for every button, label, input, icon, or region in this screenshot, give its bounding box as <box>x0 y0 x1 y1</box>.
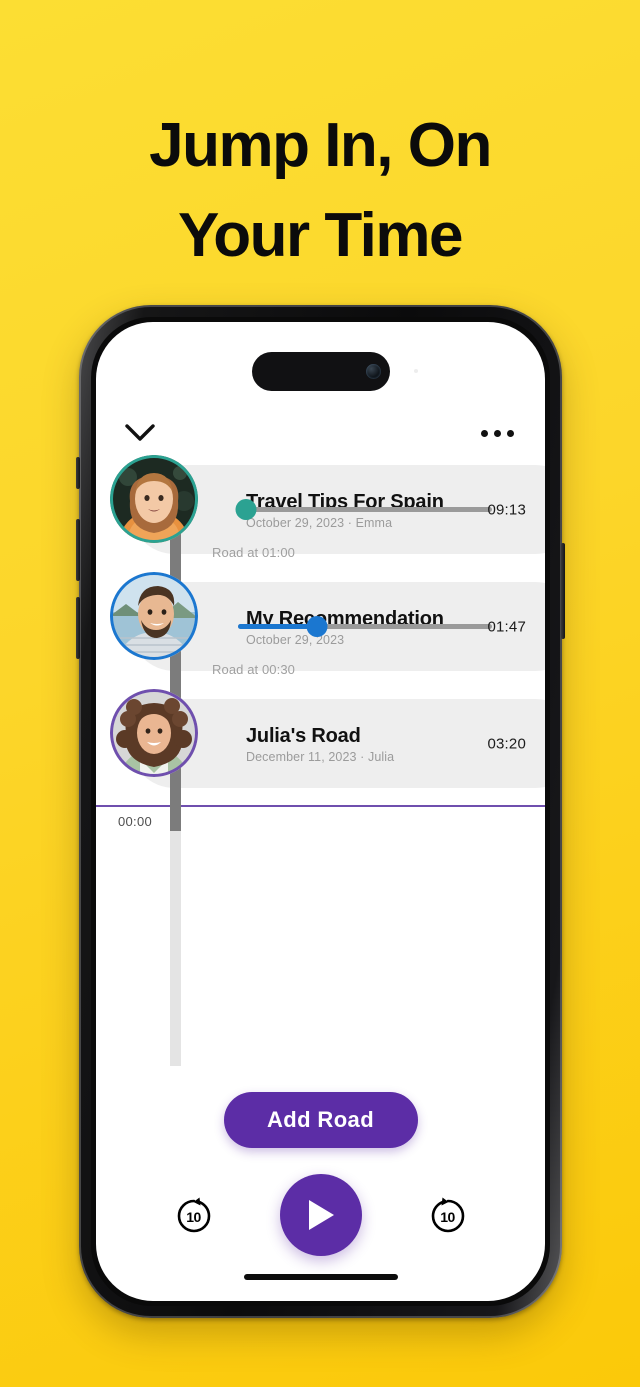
card-duration: 03:20 <box>487 735 526 752</box>
card-duration: 01:47 <box>487 618 526 635</box>
list-item[interactable]: Travel Tips For Spain October 29, 2023 ·… <box>96 455 545 560</box>
add-road-button[interactable]: Add Road <box>223 1092 418 1148</box>
avatar-photo-emma <box>110 455 198 543</box>
timeline-caption: Road at 00:30 <box>212 662 295 677</box>
progress-slider[interactable] <box>235 499 492 520</box>
silent-switch[interactable] <box>76 457 80 489</box>
timeline-caption: Road at 01:00 <box>212 545 295 560</box>
collapse-button[interactable] <box>123 420 157 446</box>
more-options-button[interactable] <box>481 420 514 446</box>
playhead-divider <box>96 805 545 807</box>
timeline-list: Travel Tips For Spain October 29, 2023 ·… <box>96 455 545 1066</box>
dynamic-island <box>251 352 390 391</box>
progress-track <box>238 507 492 512</box>
front-camera-icon <box>365 364 381 379</box>
avatar[interactable] <box>110 455 198 543</box>
progress-fill <box>238 624 317 629</box>
sensor-dot-icon <box>414 369 418 373</box>
volume-up-button[interactable] <box>76 519 80 581</box>
phone-mockup: Travel Tips For Spain October 29, 2023 ·… <box>76 305 565 1318</box>
progress-knob[interactable] <box>235 499 257 520</box>
power-button[interactable] <box>561 543 565 639</box>
play-button[interactable] <box>279 1174 362 1256</box>
volume-down-button[interactable] <box>76 597 80 659</box>
rewind-10-button[interactable]: 10 <box>172 1193 216 1237</box>
list-item[interactable]: My Recommendation October 29, 2023 01:47 <box>96 572 545 677</box>
progress-slider[interactable] <box>238 616 492 637</box>
phone-screen: Travel Tips For Spain October 29, 2023 ·… <box>96 322 545 1301</box>
phone-bezel: Travel Tips For Spain October 29, 2023 ·… <box>91 317 550 1306</box>
forward-seconds-label: 10 <box>440 1208 455 1225</box>
chevron-down-icon <box>125 424 155 441</box>
player-controls: 10 10 <box>96 1172 545 1258</box>
timeline-zero-label: 00:00 <box>118 814 153 829</box>
headline-line-1: Jump In, On <box>149 111 492 180</box>
forward-10-button[interactable]: 10 <box>426 1193 470 1237</box>
more-horizontal-icon-dot-2 <box>494 429 501 437</box>
progress-knob[interactable] <box>306 616 328 637</box>
timeline-rail-remaining <box>170 831 181 1066</box>
avatar[interactable] <box>110 572 198 660</box>
app-header <box>96 410 545 456</box>
avatar-photo-recommendation <box>110 572 198 660</box>
list-item[interactable]: Julia's Road December 11, 2023 · Julia 0… <box>96 689 545 794</box>
rewind-seconds-label: 10 <box>186 1208 201 1225</box>
avatar-photo-julia <box>110 689 198 777</box>
more-horizontal-icon-dot-3 <box>507 429 514 437</box>
avatar[interactable] <box>110 689 198 777</box>
play-icon <box>308 1200 334 1230</box>
page-title: Jump In, On Your Time <box>0 101 640 281</box>
card-duration: 09:13 <box>487 501 526 518</box>
headline-line-2: Your Time <box>178 201 463 270</box>
more-horizontal-icon-dot-1 <box>481 429 488 437</box>
home-indicator <box>243 1274 398 1280</box>
timeline-rail-active <box>170 521 181 836</box>
